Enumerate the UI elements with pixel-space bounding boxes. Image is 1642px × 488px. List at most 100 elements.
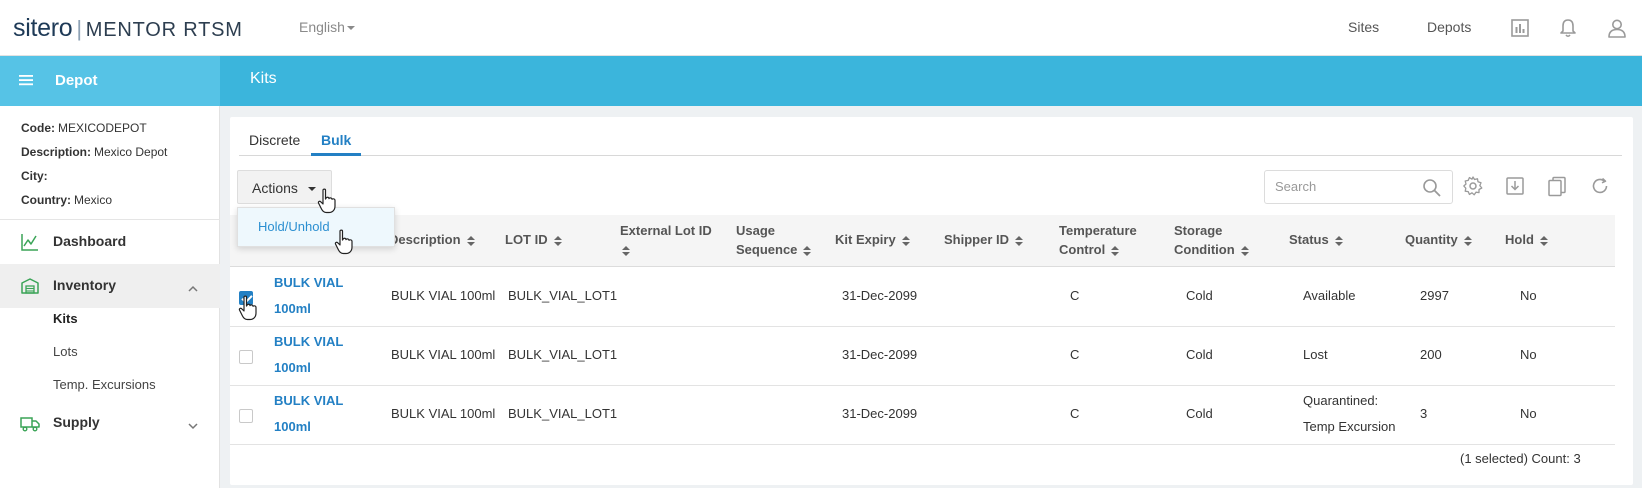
col-usage-sequence[interactable]: Usage Sequence: [736, 221, 826, 259]
sidebar-subitem-lots[interactable]: Lots: [53, 344, 78, 359]
sort-icon[interactable]: [622, 245, 630, 256]
col-label: Description: [389, 232, 461, 247]
col-label: Temperature Control: [1059, 223, 1137, 257]
chevron-down-icon[interactable]: [188, 417, 198, 433]
sidebar-subitem-temp-excursions[interactable]: Temp. Excursions: [53, 377, 156, 392]
cell-quantity: 200: [1420, 347, 1442, 362]
sort-icon[interactable]: [1015, 235, 1024, 246]
sidebar-subitem-kits[interactable]: Kits: [53, 311, 78, 326]
copy-icon[interactable]: [1546, 175, 1568, 197]
sidebar-item-label: Dashboard: [53, 233, 127, 249]
sort-icon[interactable]: [1463, 235, 1472, 246]
tab-discrete[interactable]: Discrete: [249, 132, 300, 148]
col-kit-expiry[interactable]: Kit Expiry: [835, 230, 910, 249]
cell-quantity: 2997: [1420, 288, 1449, 303]
search-input[interactable]: [1275, 179, 1415, 194]
search-box: [1264, 170, 1453, 204]
page-title-bar: Kits: [220, 56, 1642, 106]
top-header: sitero | MENTOR RTSM English Sites Depots: [0, 0, 1642, 56]
cell-description: BULK VIAL 100ml: [391, 288, 496, 303]
cell-storage-condition: Cold: [1186, 406, 1213, 421]
table-row[interactable]: BULK VIAL 100ml BULK VIAL 100ml BULK_VIA…: [230, 268, 1615, 327]
col-status[interactable]: Status: [1289, 230, 1343, 249]
depot-info: Code: MEXICODEPOT Description: Mexico Depo…: [0, 106, 219, 212]
col-quantity[interactable]: Quantity: [1405, 230, 1472, 249]
table-footer-count: (1 selected) Count: 3: [1460, 451, 1581, 466]
chart-line-icon: [20, 232, 40, 252]
hamburger-menu-icon[interactable]: [19, 73, 33, 90]
cell-lot-id: BULK_VIAL_LOT1: [508, 347, 618, 362]
tab-bulk[interactable]: Bulk: [321, 132, 351, 148]
kit-link-line2[interactable]: 100ml: [274, 355, 311, 381]
sort-icon[interactable]: [553, 235, 562, 246]
sort-icon[interactable]: [1539, 235, 1548, 246]
kit-link-line1[interactable]: BULK VIAL: [274, 329, 343, 355]
col-label: Usage Sequence: [736, 223, 798, 257]
sort-icon[interactable]: [466, 235, 475, 246]
row-checkbox[interactable]: [239, 350, 253, 364]
cell-hold: No: [1520, 406, 1537, 421]
sidebar-item-dashboard[interactable]: Dashboard: [0, 220, 220, 264]
sort-icon[interactable]: [803, 245, 812, 256]
search-icon[interactable]: [1422, 178, 1442, 201]
sidebar-item-label: Supply: [53, 414, 100, 430]
col-label: Shipper ID: [944, 232, 1010, 247]
download-icon[interactable]: [1504, 175, 1526, 197]
user-icon[interactable]: [1606, 17, 1628, 39]
settings-icon[interactable]: [1462, 175, 1484, 197]
col-hold[interactable]: Hold: [1505, 230, 1548, 249]
cell-status-line2: Temp Excursion: [1303, 419, 1396, 434]
cell-description: BULK VIAL 100ml: [391, 406, 496, 421]
col-label: Hold: [1505, 232, 1534, 247]
kit-link-line1[interactable]: BULK VIAL: [274, 270, 343, 296]
info-country-value: Mexico: [74, 193, 113, 207]
reports-icon[interactable]: [1509, 17, 1531, 39]
table-row[interactable]: BULK VIAL 100ml BULK VIAL 100ml BULK_VIA…: [230, 386, 1615, 445]
caret-down-icon: [308, 187, 316, 191]
menu-item-hold-unhold[interactable]: Hold/Unhold: [238, 208, 394, 246]
info-country-label: Country:: [21, 193, 71, 207]
app-logo[interactable]: sitero | MENTOR RTSM: [13, 14, 243, 43]
col-external-lot-id[interactable]: External Lot ID: [620, 221, 730, 259]
actions-label: Actions: [252, 180, 298, 196]
logo-product: MENTOR RTSM: [85, 19, 243, 41]
col-label: External Lot ID: [620, 223, 712, 238]
cell-kit-expiry: 31-Dec-2099: [842, 347, 918, 362]
kit-link-line2[interactable]: 100ml: [274, 414, 311, 440]
kit-link-line1[interactable]: BULK VIAL: [274, 388, 343, 414]
col-lot-id[interactable]: LOT ID: [505, 230, 562, 249]
col-shipper-id[interactable]: Shipper ID: [944, 230, 1024, 249]
col-temperature-control[interactable]: Temperature Control: [1059, 221, 1159, 259]
info-code: Code: MEXICODEPOT: [21, 116, 219, 140]
col-storage-condition[interactable]: Storage Condition: [1174, 221, 1264, 259]
cell-quantity: 3: [1420, 406, 1428, 421]
nav-depots-link[interactable]: Depots: [1427, 19, 1471, 35]
sort-icon[interactable]: [901, 235, 910, 246]
row-checkbox[interactable]: [239, 409, 253, 423]
sidebar-item-supply[interactable]: Supply: [0, 401, 220, 445]
cell-lot-id: BULK_VIAL_LOT1: [508, 406, 618, 421]
col-description[interactable]: Description: [389, 230, 475, 249]
info-code-label: Code:: [21, 121, 55, 135]
cell-status-line1: Quarantined:: [1303, 393, 1379, 408]
language-selector[interactable]: English: [299, 19, 355, 35]
kit-link-line2[interactable]: 100ml: [274, 296, 311, 322]
cell-storage-condition: Cold: [1186, 347, 1213, 362]
col-label: Storage Condition: [1174, 223, 1235, 257]
refresh-icon[interactable]: [1589, 175, 1611, 197]
nav-sites-link[interactable]: Sites: [1348, 19, 1379, 35]
sort-icon[interactable]: [1111, 245, 1120, 256]
tabs-divider: [239, 155, 1622, 156]
sort-icon[interactable]: [1240, 245, 1249, 256]
sort-icon[interactable]: [1334, 235, 1343, 246]
logo-separator: |: [76, 16, 82, 41]
info-city-label: City:: [21, 169, 48, 183]
truck-icon: [20, 413, 40, 433]
info-country: Country: Mexico: [21, 188, 219, 212]
chevron-up-icon[interactable]: [188, 280, 198, 296]
bell-icon[interactable]: [1557, 17, 1579, 39]
sidebar-item-inventory[interactable]: Inventory: [0, 264, 220, 308]
cell-lot-id: BULK_VIAL_LOT1: [508, 288, 618, 303]
warehouse-icon: [20, 276, 40, 296]
table-row[interactable]: BULK VIAL 100ml BULK VIAL 100ml BULK_VIA…: [230, 327, 1615, 386]
